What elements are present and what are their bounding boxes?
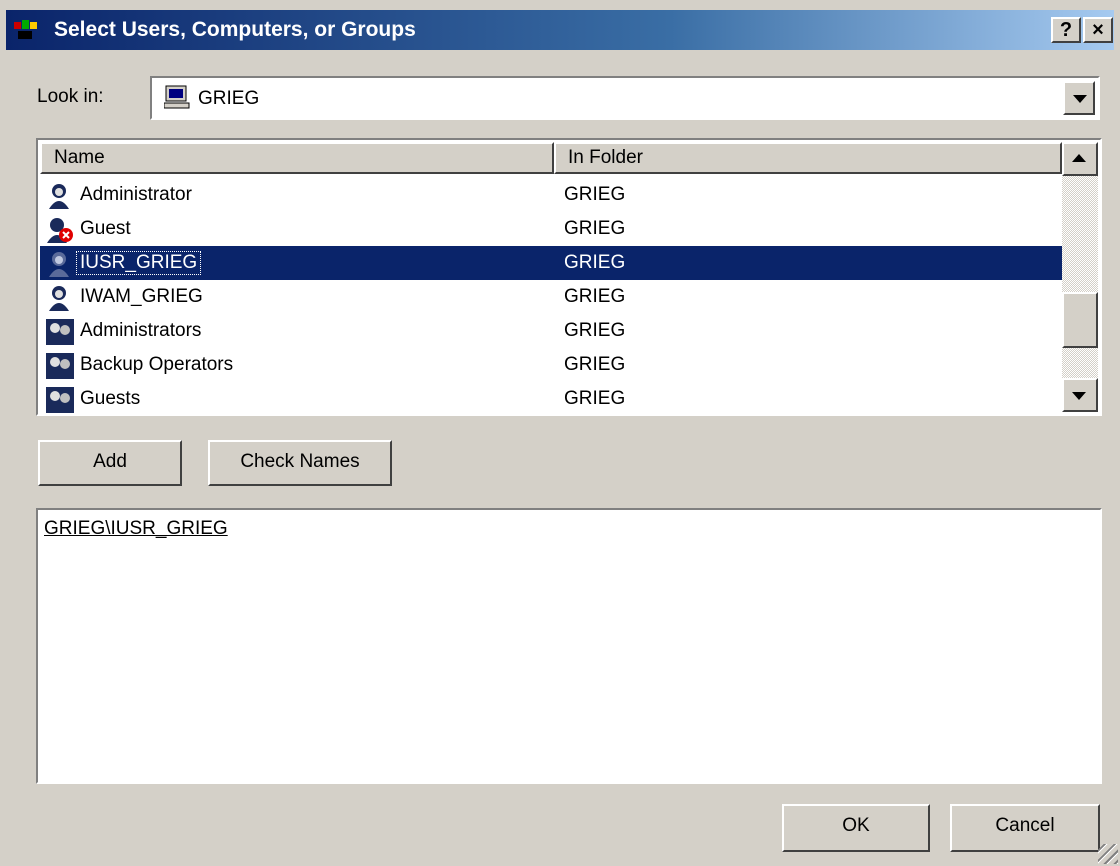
list-item[interactable]: IWAM_GRIEG GRIEG	[40, 280, 1062, 314]
list-scrollbar[interactable]	[1062, 142, 1098, 412]
computer-icon	[164, 85, 190, 109]
chevron-down-icon	[1073, 95, 1087, 103]
selected-names-box[interactable]: GRIEG\IUSR_GRIEG	[36, 508, 1102, 784]
list-item[interactable]: Administrators GRIEG	[40, 314, 1062, 348]
scroll-down-button[interactable]	[1062, 378, 1098, 412]
resize-grip-icon[interactable]	[1098, 844, 1118, 864]
dialog-app-icon	[14, 20, 37, 39]
add-button[interactable]: Add	[38, 440, 182, 486]
group-icon	[46, 387, 74, 413]
list-item-folder: GRIEG	[564, 218, 626, 239]
column-header-folder[interactable]: In Folder	[554, 142, 1062, 174]
list-item-name: Administrators	[80, 320, 202, 341]
users-list[interactable]: Name In Folder Administrator GRIEG Guest…	[36, 138, 1102, 416]
dialog-title: Select Users, Computers, or Groups	[54, 18, 416, 41]
list-item[interactable]: Guest GRIEG	[40, 212, 1062, 246]
list-item-name: Backup Operators	[80, 354, 234, 375]
cancel-button[interactable]: Cancel	[950, 804, 1100, 852]
column-header-name[interactable]: Name	[40, 142, 554, 174]
list-item[interactable]: Backup Operators GRIEG	[40, 348, 1062, 382]
title-bar[interactable]: Select Users, Computers, or Groups ? ×	[6, 10, 1114, 50]
look-in-label: Look in:	[37, 86, 104, 107]
list-item-folder: GRIEG	[564, 252, 626, 273]
list-item-name: Guests	[80, 388, 141, 409]
selected-name-entry[interactable]: GRIEG\IUSR_GRIEG	[44, 518, 228, 540]
list-item-name: Administrator	[80, 184, 192, 205]
list-item-folder: GRIEG	[564, 184, 626, 205]
look-in-value: GRIEG	[198, 88, 260, 109]
scroll-up-button[interactable]	[1062, 142, 1098, 176]
chevron-down-icon	[1072, 392, 1086, 400]
list-item-selected[interactable]: IUSR_GRIEG GRIEG	[40, 246, 1062, 280]
list-item-folder: GRIEG	[564, 286, 626, 307]
ok-button[interactable]: OK	[782, 804, 930, 852]
help-button[interactable]: ?	[1051, 17, 1081, 43]
user-icon	[49, 252, 69, 277]
look-in-dropdown-button[interactable]	[1063, 81, 1095, 115]
group-icon	[46, 319, 74, 345]
list-item-folder: GRIEG	[564, 354, 626, 375]
list-item-folder: GRIEG	[564, 320, 626, 341]
user-icon	[49, 286, 69, 311]
list-item[interactable]: Administrator GRIEG	[40, 178, 1062, 212]
select-users-dialog: Select Users, Computers, or Groups ? × L…	[0, 0, 1120, 866]
check-names-button[interactable]: Check Names	[208, 440, 392, 486]
list-item-name: IUSR_GRIEG	[75, 251, 202, 275]
group-icon	[46, 353, 74, 379]
list-item[interactable]: Guests GRIEG	[40, 382, 1062, 414]
user-icon	[49, 184, 69, 209]
list-item-folder: GRIEG	[564, 388, 626, 409]
disabled-user-icon	[47, 218, 73, 243]
list-item-name: Guest	[80, 218, 131, 239]
list-item-name: IWAM_GRIEG	[80, 286, 203, 307]
look-in-dropdown[interactable]: GRIEG	[150, 76, 1100, 120]
scroll-thumb[interactable]	[1062, 292, 1098, 348]
close-button[interactable]: ×	[1083, 17, 1113, 43]
chevron-up-icon	[1072, 154, 1086, 162]
